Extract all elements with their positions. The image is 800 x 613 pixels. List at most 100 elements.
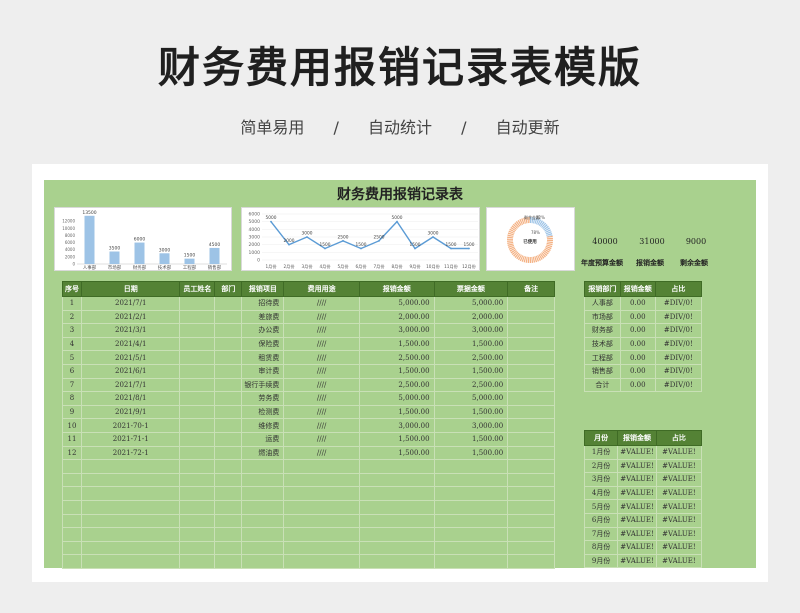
table-cell[interactable]: //// [283, 431, 360, 447]
table-cell[interactable]: 5月份 [583, 499, 619, 514]
table-cell[interactable] [179, 486, 216, 501]
table-cell[interactable]: //// [283, 418, 360, 433]
table-cell[interactable] [179, 527, 216, 542]
table-cell[interactable] [214, 540, 243, 556]
table-cell[interactable]: 技术部 [584, 336, 621, 352]
table-cell[interactable] [241, 554, 285, 569]
table-cell[interactable] [214, 323, 243, 338]
table-cell[interactable] [62, 540, 82, 556]
table-cell[interactable] [433, 499, 509, 515]
table-cell[interactable] [358, 499, 435, 515]
table-cell[interactable] [214, 336, 243, 352]
table-cell[interactable]: 2,500.00 [358, 350, 435, 365]
table-cell[interactable] [214, 527, 243, 542]
table-cell[interactable] [433, 486, 509, 501]
table-cell[interactable] [507, 527, 555, 542]
table-cell[interactable]: 6 [62, 363, 82, 379]
table-cell[interactable] [214, 363, 243, 379]
table-cell[interactable] [80, 513, 181, 529]
table-cell[interactable]: 2021-70-1 [80, 418, 181, 433]
table-cell[interactable]: 1,500.00 [433, 336, 509, 352]
table-cell[interactable]: 2021/9/1 [80, 404, 181, 420]
table-cell[interactable]: 市场部 [584, 309, 621, 325]
table-cell[interactable]: 2月份 [583, 458, 619, 474]
table-cell[interactable]: #DIV/0! [654, 350, 703, 365]
table-cell[interactable]: #VALUE! [617, 526, 657, 542]
table-cell[interactable] [80, 499, 181, 515]
table-cell[interactable]: //// [283, 404, 360, 420]
table-cell[interactable] [507, 554, 555, 569]
table-cell[interactable]: #VALUE! [655, 553, 703, 569]
table-cell[interactable] [62, 527, 82, 542]
table-cell[interactable]: #VALUE! [655, 512, 703, 528]
table-cell[interactable] [358, 486, 435, 501]
table-cell[interactable]: 2,000.00 [433, 309, 509, 325]
table-cell[interactable] [179, 513, 216, 529]
table-cell[interactable]: //// [283, 309, 360, 325]
table-cell[interactable]: 人事部 [584, 296, 621, 311]
table-cell[interactable]: 工程部 [584, 350, 621, 365]
table-cell[interactable] [179, 309, 216, 325]
table-cell[interactable]: 3月份 [583, 472, 619, 487]
table-cell[interactable]: #VALUE! [617, 512, 657, 528]
table-cell[interactable] [433, 472, 509, 488]
table-cell[interactable]: #VALUE! [617, 472, 657, 487]
table-cell[interactable]: 7月份 [583, 526, 619, 542]
table-cell[interactable] [507, 363, 555, 379]
table-cell[interactable] [507, 404, 555, 420]
table-cell[interactable] [214, 309, 243, 325]
table-cell[interactable]: 财务部 [584, 323, 621, 338]
table-cell[interactable]: 9 [62, 404, 82, 420]
table-cell[interactable] [214, 472, 243, 488]
table-cell[interactable]: 1,500.00 [358, 445, 435, 461]
table-cell[interactable] [358, 513, 435, 529]
table-cell[interactable]: 1,500.00 [433, 404, 509, 420]
table-cell[interactable]: 7 [62, 377, 82, 393]
table-cell[interactable]: 11 [62, 431, 82, 447]
table-cell[interactable]: 0.00 [619, 296, 656, 311]
table-cell[interactable] [179, 431, 216, 447]
table-cell[interactable]: 8 [62, 391, 82, 406]
table-cell[interactable] [179, 418, 216, 433]
table-cell[interactable]: 1,500.00 [433, 363, 509, 379]
table-cell[interactable]: 2021-72-1 [80, 445, 181, 461]
table-cell[interactable] [241, 472, 285, 488]
table-cell[interactable]: 6月份 [583, 512, 619, 528]
table-cell[interactable] [62, 499, 82, 515]
table-cell[interactable] [80, 540, 181, 556]
table-cell[interactable] [433, 459, 509, 474]
table-cell[interactable] [179, 377, 216, 393]
table-cell[interactable]: 4 [62, 336, 82, 352]
table-cell[interactable]: 1,500.00 [433, 431, 509, 447]
table-cell[interactable] [179, 540, 216, 556]
table-cell[interactable] [507, 309, 555, 325]
table-cell[interactable] [62, 554, 82, 569]
table-cell[interactable]: //// [283, 445, 360, 461]
table-cell[interactable]: #VALUE! [617, 485, 657, 501]
table-cell[interactable] [507, 391, 555, 406]
table-cell[interactable] [507, 499, 555, 515]
table-cell[interactable]: //// [283, 296, 360, 311]
table-cell[interactable]: 2,500.00 [433, 377, 509, 393]
table-cell[interactable] [241, 499, 285, 515]
table-cell[interactable] [214, 513, 243, 529]
table-cell[interactable] [507, 431, 555, 447]
table-cell[interactable]: 3 [62, 323, 82, 338]
table-cell[interactable] [507, 445, 555, 461]
table-cell[interactable]: 0.00 [619, 323, 656, 338]
table-cell[interactable]: 5,000.00 [433, 391, 509, 406]
table-cell[interactable] [214, 431, 243, 447]
table-cell[interactable] [214, 377, 243, 393]
table-cell[interactable] [283, 459, 360, 474]
table-cell[interactable]: 2021/6/1 [80, 363, 181, 379]
table-cell[interactable]: #VALUE! [617, 445, 657, 460]
table-cell[interactable]: 燃油费 [241, 445, 285, 461]
table-cell[interactable]: #DIV/0! [654, 323, 703, 338]
table-cell[interactable] [214, 554, 243, 569]
table-cell[interactable] [507, 336, 555, 352]
table-cell[interactable]: 1 [62, 296, 82, 311]
table-cell[interactable]: #VALUE! [617, 499, 657, 514]
table-cell[interactable]: 劳务费 [241, 391, 285, 406]
table-cell[interactable] [507, 472, 555, 488]
table-cell[interactable]: 3,000.00 [358, 418, 435, 433]
